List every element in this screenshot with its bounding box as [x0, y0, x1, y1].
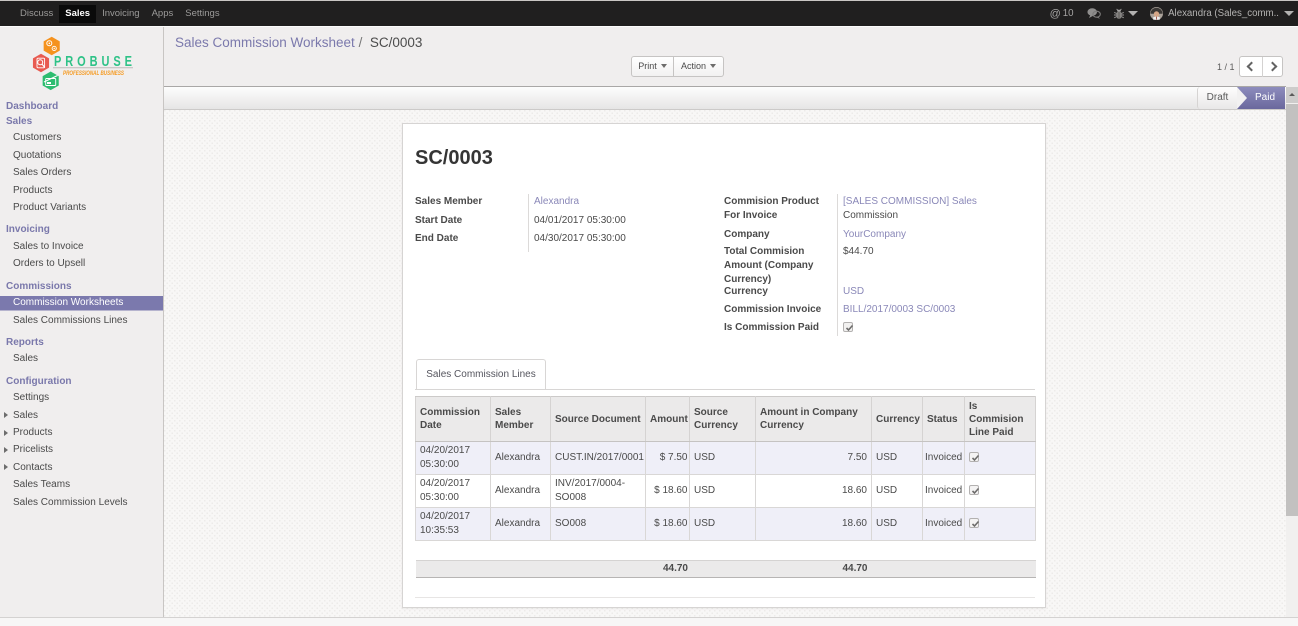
- svg-text:PROBUSE: PROBUSE: [54, 53, 132, 70]
- svg-text:PROFESSIONAL BUSINESS: PROFESSIONAL BUSINESS: [63, 70, 124, 77]
